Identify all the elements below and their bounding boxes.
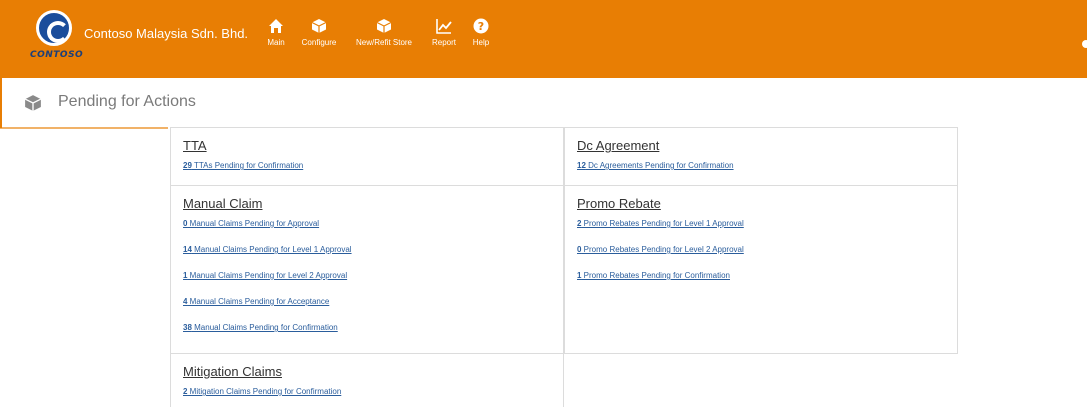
nav-help-label: Help xyxy=(472,38,490,47)
cube-icon xyxy=(24,95,42,111)
nav-main-label: Main xyxy=(267,38,285,47)
promo-rebate-card: Promo Rebate 2 Promo Rebates Pending for… xyxy=(564,185,958,354)
header-divider xyxy=(0,127,168,129)
manual-claim-title[interactable]: Manual Claim xyxy=(183,196,262,211)
user-menu-dot[interactable] xyxy=(1082,40,1087,48)
mitigation-claims-card: Mitigation Claims 2 Mitigation Claims Pe… xyxy=(170,353,564,407)
tta-title[interactable]: TTA xyxy=(183,138,207,153)
manual-pending-confirmation-link[interactable]: 38 Manual Claims Pending for Confirmatio… xyxy=(183,323,551,349)
manual-pending-acceptance-link[interactable]: 4 Manual Claims Pending for Acceptance xyxy=(183,297,551,323)
nav-configure[interactable]: Configure xyxy=(296,18,342,47)
dc-pending-confirmation-link[interactable]: 12 Dc Agreements Pending for Confirmatio… xyxy=(577,161,945,187)
mitigation-pending-confirmation-link[interactable]: 2 Mitigation Claims Pending for Confirma… xyxy=(183,387,551,407)
header-accent-bar xyxy=(0,78,2,128)
mitigation-claims-title[interactable]: Mitigation Claims xyxy=(183,364,282,379)
nav-configure-label: Configure xyxy=(301,38,337,47)
nav-help[interactable]: ? Help xyxy=(468,18,494,47)
svg-text:?: ? xyxy=(478,20,484,33)
nav-report[interactable]: Report xyxy=(428,18,460,47)
nav-new-refit-store[interactable]: New/Refit Store xyxy=(349,18,419,47)
nav-main[interactable]: Main xyxy=(262,18,290,47)
manual-claim-card: Manual Claim 0 Manual Claims Pending for… xyxy=(170,185,564,354)
logo-mark-icon xyxy=(36,10,72,46)
tta-card: TTA 29 TTAs Pending for Confirmation xyxy=(170,127,564,186)
chart-icon xyxy=(436,19,452,34)
company-name: Contoso Malaysia Sdn. Bhd. xyxy=(84,26,249,41)
cube-icon xyxy=(376,19,392,33)
promo-rebate-title[interactable]: Promo Rebate xyxy=(577,196,661,211)
manual-pending-level1-link[interactable]: 14 Manual Claims Pending for Level 1 App… xyxy=(183,245,551,271)
logo-text: CONTOSO xyxy=(30,50,84,60)
tta-pending-confirmation-link[interactable]: 29 TTAs Pending for Confirmation xyxy=(183,161,551,187)
home-icon xyxy=(269,19,283,33)
nav-report-label: Report xyxy=(431,38,456,47)
promo-pending-level2-link[interactable]: 0 Promo Rebates Pending for Level 2 Appr… xyxy=(577,245,945,271)
promo-pending-confirmation-link[interactable]: 1 Promo Rebates Pending for Confirmation xyxy=(577,271,945,297)
top-navigation-bar: CONTOSO Contoso Malaysia Sdn. Bhd. Main … xyxy=(0,0,1087,78)
page-title: Pending for Actions xyxy=(58,93,196,110)
dc-agreement-card: Dc Agreement 12 Dc Agreements Pending fo… xyxy=(564,127,958,186)
page-header: Pending for Actions xyxy=(0,78,1087,129)
promo-pending-level1-link[interactable]: 2 Promo Rebates Pending for Level 1 Appr… xyxy=(577,219,945,245)
dc-agreement-title[interactable]: Dc Agreement xyxy=(577,138,659,153)
manual-pending-level2-link[interactable]: 1 Manual Claims Pending for Level 2 Appr… xyxy=(183,271,551,297)
contoso-logo[interactable]: CONTOSO xyxy=(30,10,84,70)
manual-pending-approval-link[interactable]: 0 Manual Claims Pending for Approval xyxy=(183,219,551,245)
nav-new-refit-store-label: New/Refit Store xyxy=(355,38,413,47)
cube-icon xyxy=(311,19,327,33)
help-icon: ? xyxy=(473,18,489,34)
